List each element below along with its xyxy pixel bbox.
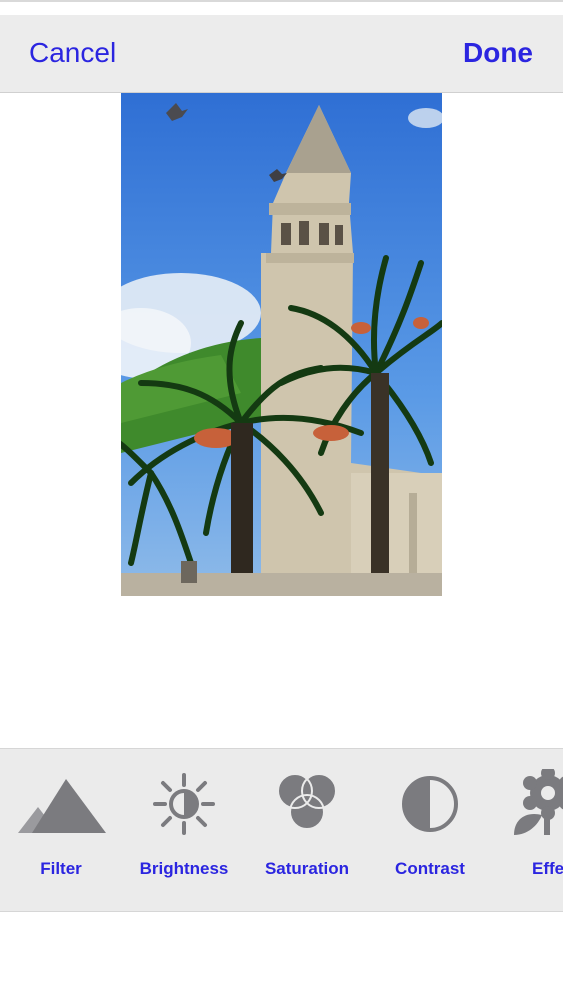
brightness-label: Brightness <box>139 859 229 878</box>
flower-icon <box>498 766 563 839</box>
contrast-tool[interactable]: Contrast <box>375 749 485 911</box>
effects-tool[interactable]: Effe <box>498 749 563 911</box>
photo-preview <box>121 93 442 596</box>
edit-toolbar: Filter Brightness Saturation Contrast Ef… <box>0 748 563 912</box>
brightness-tool[interactable]: Brightness <box>129 749 239 911</box>
effects-label: Effe <box>532 859 563 878</box>
navigation-bar: Cancel Done <box>0 15 563 93</box>
half-circle-icon <box>375 769 485 839</box>
sun-icon <box>129 769 239 839</box>
filter-label: Filter <box>40 859 82 878</box>
cancel-button[interactable]: Cancel <box>29 37 116 69</box>
done-button[interactable]: Done <box>463 37 533 69</box>
overlapping-circles-icon <box>252 769 362 839</box>
saturation-label: Saturation <box>264 859 350 878</box>
mountains-icon <box>6 769 116 839</box>
contrast-label: Contrast <box>395 859 465 878</box>
saturation-tool[interactable]: Saturation <box>252 749 362 911</box>
top-divider <box>0 0 563 2</box>
filter-tool[interactable]: Filter <box>6 749 116 911</box>
